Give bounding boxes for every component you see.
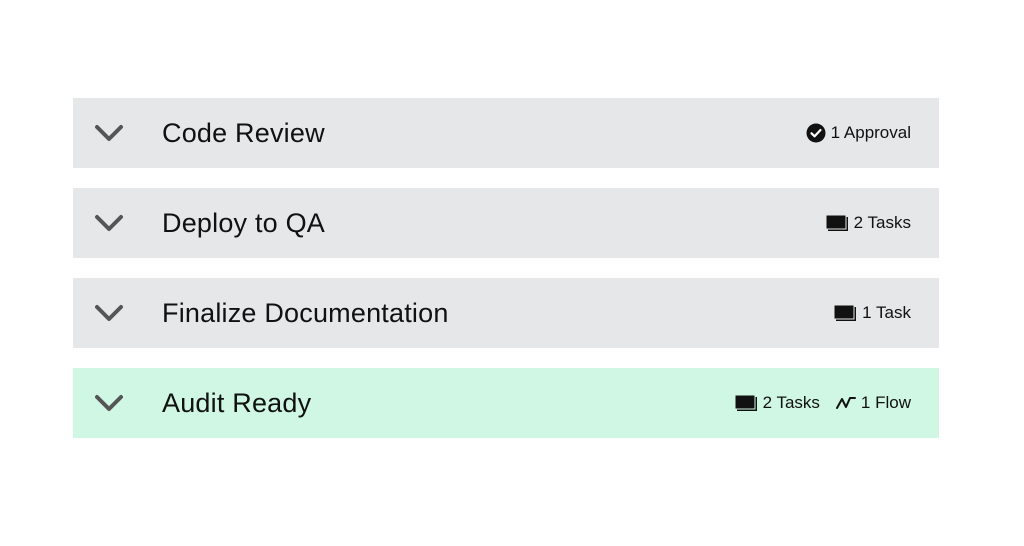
chevron-down-icon[interactable] bbox=[94, 122, 124, 144]
stage-badges: 1 Task bbox=[833, 278, 911, 348]
badge-label: 2 Tasks bbox=[853, 213, 911, 232]
badge-label: 1 Task bbox=[862, 303, 911, 322]
badge-label: 1 Approval bbox=[830, 123, 911, 142]
chevron-down-icon[interactable] bbox=[94, 212, 124, 234]
stage-title: Finalize Documentation bbox=[162, 298, 449, 328]
stage-row-deploy-to-qa[interactable]: Deploy to QA 2 Tasks bbox=[73, 188, 939, 258]
stage-title: Deploy to QA bbox=[162, 208, 325, 238]
stage-row-finalize-documentation[interactable]: Finalize Documentation 1 Task bbox=[73, 278, 939, 348]
approval-badge: 1 Approval bbox=[806, 123, 911, 143]
chevron-down-icon[interactable] bbox=[94, 392, 124, 414]
stage-title: Code Review bbox=[162, 118, 325, 148]
tasks-icon bbox=[833, 304, 857, 321]
chevron-down-icon[interactable] bbox=[94, 302, 124, 324]
tasks-icon bbox=[825, 214, 848, 231]
flow-icon bbox=[835, 397, 856, 409]
badge-label: 1 Flow bbox=[860, 393, 911, 412]
stage-title: Audit Ready bbox=[162, 388, 312, 418]
check-circle-icon bbox=[806, 123, 826, 143]
stage-row-audit-ready[interactable]: Audit Ready 2 Tasks 1 Flow bbox=[73, 368, 939, 438]
flow-badge: 1 Flow bbox=[835, 393, 911, 413]
stage-badges: 1 Approval bbox=[806, 98, 911, 168]
badge-label: 2 Tasks bbox=[762, 393, 820, 412]
tasks-badge: 2 Tasks bbox=[734, 393, 820, 413]
stage-row-code-review[interactable]: Code Review 1 Approval bbox=[73, 98, 939, 168]
tasks-badge: 2 Tasks bbox=[825, 213, 911, 233]
stage-list: Code Review 1 Approval Deploy to QA 2 Ta bbox=[73, 98, 939, 458]
stage-badges: 2 Tasks bbox=[825, 188, 911, 258]
tasks-icon bbox=[734, 394, 757, 411]
tasks-badge: 1 Task bbox=[833, 303, 911, 323]
stage-badges: 2 Tasks 1 Flow bbox=[734, 368, 911, 438]
